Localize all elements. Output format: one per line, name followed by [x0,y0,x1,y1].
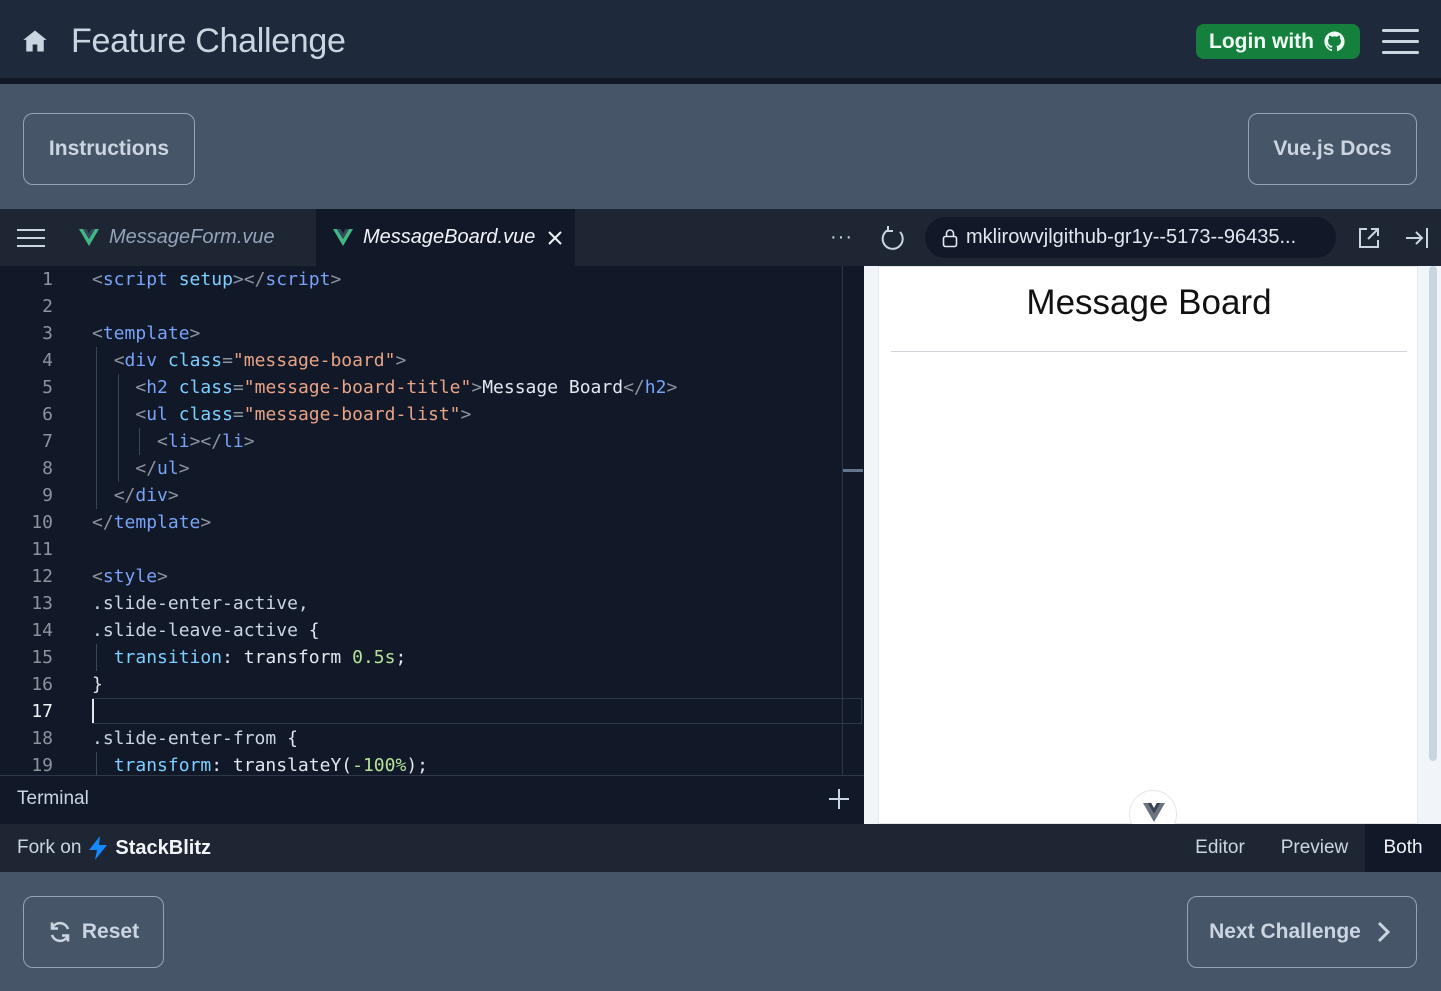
chevron-right-icon [1377,921,1390,943]
line-number: 11 [31,539,53,560]
line-number: 2 [42,296,53,317]
preview-page: Message Board [878,266,1418,838]
editor-tab-bar: MessageForm.vue MessageBoard.vue ··· mkl… [0,209,1441,266]
line-number: 9 [42,485,53,506]
login-label: Login with [1209,29,1314,53]
open-external-icon[interactable] [1357,226,1381,250]
line-number: 5 [42,377,53,398]
preview-url: mklirowvjlgithub-gr1y--5173--96435... [966,226,1297,248]
line-number: 8 [42,458,53,479]
terminal-label: Terminal [17,788,89,809]
preview-pane: Message Board [864,266,1441,838]
editor-scroll-marker [843,469,863,472]
vue-docs-button[interactable]: Vue.js Docs [1248,113,1417,185]
code-line: <li></li> [157,431,255,452]
code-line: .slide-enter-active, [92,593,309,614]
line-number: 7 [42,431,53,452]
code-line: <h2 class="message-board-title">Message … [135,377,678,398]
code-line: <template> [92,323,201,344]
view-both-button[interactable]: Both [1365,824,1441,872]
next-challenge-label: Next Challenge [1209,920,1361,943]
view-preview-button[interactable]: Preview [1264,824,1365,872]
line-number: 18 [31,728,53,749]
collapse-panel-icon[interactable] [1405,227,1429,249]
github-icon [1324,31,1345,52]
code-line: <style> [92,566,168,587]
code-line: <ul class="message-board-list"> [135,404,472,425]
code-line: </div> [113,485,179,506]
editor-scrollbar-track[interactable] [842,266,843,775]
terminal-panel[interactable]: Terminal [0,775,864,824]
line-number: 19 [31,755,53,775]
line-number: 15 [31,647,53,668]
preview-scrollbar[interactable] [1429,266,1437,761]
code-line: } [92,674,103,695]
preview-url-bar[interactable]: mklirowvjlgithub-gr1y--5173--96435... [925,217,1336,258]
line-number: 6 [42,404,53,425]
line-number-active: 17 [31,701,53,722]
reset-label: Reset [81,920,140,943]
code-line: transition: transform 0.5s; [113,647,407,668]
stackblitz-footer: Fork on StackBlitz Editor Preview Both [0,824,1441,872]
line-number: 1 [42,269,53,290]
sidebar-toggle-icon[interactable] [17,229,45,247]
instructions-button[interactable]: Instructions [23,113,195,185]
hamburger-menu-icon[interactable] [1382,29,1419,55]
stackblitz-brand: StackBlitz [115,836,212,859]
app-header: Feature Challenge Login with [0,0,1441,84]
home-icon[interactable] [21,27,49,55]
fork-on-stackblitz-link[interactable]: Fork on StackBlitz [17,836,211,860]
vue-logo-icon [333,228,353,246]
line-number: 16 [31,674,53,695]
line-number: 3 [42,323,53,344]
code-line: transform: translateY(-100%); [113,755,428,775]
next-challenge-button[interactable]: Next Challenge [1187,896,1417,968]
vue-logo-icon [79,228,99,246]
refresh-icon [50,921,70,943]
title-divider [891,351,1407,352]
stackblitz-embed: MessageForm.vue MessageBoard.vue ··· mkl… [0,209,1441,872]
line-number: 10 [31,512,53,533]
vue-docs-label: Vue.js Docs [1273,137,1392,160]
lock-icon [942,228,958,247]
reset-button[interactable]: Reset [23,896,164,968]
view-editor-button[interactable]: Editor [1176,824,1264,872]
message-board-title: Message Board [1026,283,1272,322]
stackblitz-bolt-icon [89,836,108,860]
close-tab-icon[interactable] [547,230,563,246]
code-line: <script setup></script> [92,269,342,290]
tab-label: MessageBoard.vue [363,226,536,248]
tab-label: MessageForm.vue [109,226,275,248]
code-line: </template> [92,512,212,533]
instructions-label: Instructions [48,137,170,160]
code-editor[interactable]: 1 <script setup></script> 2 3 <template> 4… [0,266,864,775]
line-number: 13 [31,593,53,614]
app-title: Feature Challenge [71,22,346,60]
tab-messageform[interactable]: MessageForm.vue [62,209,316,266]
code-line: <div class="message-board"> [113,350,407,371]
add-terminal-icon[interactable] [828,788,850,810]
fork-label: Fork on [17,837,82,858]
login-github-button[interactable]: Login with [1196,24,1360,59]
line-number: 12 [31,566,53,587]
more-options-icon[interactable]: ··· [830,226,853,249]
line-number: 14 [31,620,53,641]
tab-messageboard[interactable]: MessageBoard.vue [316,209,575,266]
code-line: </ul> [135,458,190,479]
reload-icon[interactable] [879,225,907,253]
vue-devtools-icon [1143,803,1165,822]
line-number: 4 [42,350,53,371]
code-line: .slide-leave-active { [92,620,320,641]
code-line: .slide-enter-from { [92,728,298,749]
